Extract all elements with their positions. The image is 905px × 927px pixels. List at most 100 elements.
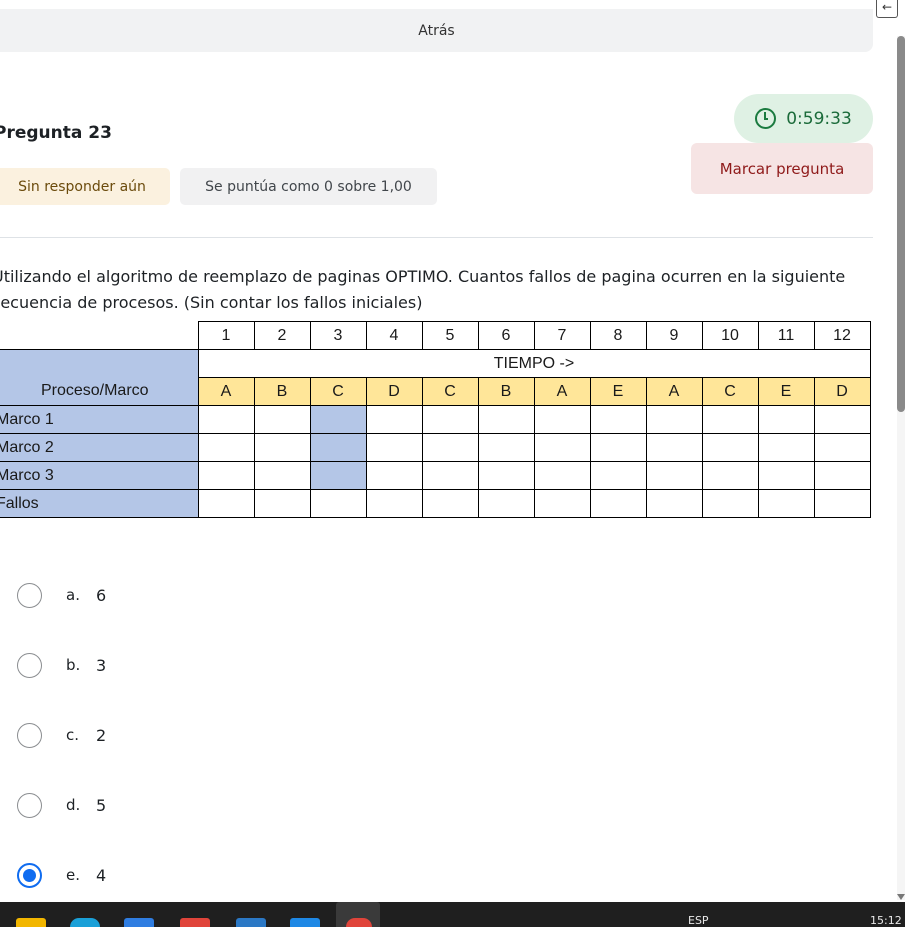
- frame-cell: [589, 405, 647, 434]
- frame-cell: [813, 405, 871, 434]
- sequence-cell: C: [309, 377, 367, 406]
- option-b[interactable]: b. 3: [17, 652, 106, 678]
- frame-cell: [421, 461, 479, 490]
- time-header-row: TIEMPO ->: [0, 349, 871, 378]
- edge-icon[interactable]: [70, 918, 100, 927]
- frame-cell: [197, 433, 255, 462]
- system-clock[interactable]: 15:12: [870, 914, 902, 927]
- question-text: Utilizando el algoritmo de reemplazo de …: [0, 267, 846, 312]
- option-e[interactable]: e. 4: [17, 862, 106, 888]
- faults-row: Fallos: [0, 489, 871, 518]
- exit-icon[interactable]: ←: [876, 0, 898, 18]
- timer-value: 0:59:33: [786, 108, 852, 129]
- sequence-cell: A: [197, 377, 255, 406]
- frame-cell: [309, 405, 367, 434]
- flag-question-button[interactable]: Marcar pregunta: [691, 143, 873, 194]
- vscode-icon[interactable]: [290, 918, 320, 927]
- fault-cell: [309, 489, 367, 518]
- fault-cell: [197, 489, 255, 518]
- frame-cell: [421, 433, 479, 462]
- radio-button[interactable]: [17, 722, 42, 748]
- time-number: 8: [589, 321, 647, 350]
- chrome-icon[interactable]: [346, 918, 372, 927]
- radio-button[interactable]: [17, 792, 42, 818]
- frame-cell: [477, 461, 535, 490]
- status-text: Sin responder aún: [18, 178, 146, 195]
- flag-question-label: Marcar pregunta: [719, 159, 845, 178]
- time-number: 12: [813, 321, 871, 350]
- empty-cell: [0, 322, 198, 350]
- time-number: 10: [701, 321, 759, 350]
- frame-row: Marco 3: [0, 461, 871, 490]
- sequence-cell: D: [813, 377, 871, 406]
- frame-cell: [365, 461, 423, 490]
- frame-cell: [701, 405, 759, 434]
- frame-cell: [477, 433, 535, 462]
- scroll-down-arrow-icon[interactable]: [897, 894, 905, 900]
- time-number: 3: [309, 321, 367, 350]
- frame-cell: [757, 461, 815, 490]
- fault-cell: [645, 489, 703, 518]
- option-a[interactable]: a. 6: [17, 582, 106, 608]
- option-letter: a.: [66, 586, 80, 604]
- frame-cell: [645, 405, 703, 434]
- option-d[interactable]: d. 5: [17, 792, 106, 818]
- radio-button[interactable]: [17, 582, 42, 608]
- time-number: 6: [477, 321, 535, 350]
- frame-cell: [477, 405, 535, 434]
- scrollbar-thumb[interactable]: [897, 36, 905, 412]
- process-header: Proceso/Marco: [0, 377, 199, 406]
- back-button[interactable]: Atrás: [0, 9, 873, 52]
- fault-cell: [533, 489, 591, 518]
- option-letter: e.: [66, 866, 80, 884]
- file-explorer-icon[interactable]: [16, 918, 46, 927]
- frame-cell: [757, 405, 815, 434]
- quiz-timer: 0:59:33: [734, 94, 873, 143]
- grade-text: Se puntúa como 0 sobre 1,00: [205, 178, 412, 195]
- option-value: 2: [96, 725, 107, 745]
- time-number: 1: [197, 321, 255, 350]
- grade-badge: Se puntúa como 0 sobre 1,00: [180, 168, 437, 205]
- frame-row: Marco 2: [0, 433, 871, 462]
- time-number: 7: [533, 321, 591, 350]
- language-indicator[interactable]: ESP: [688, 914, 709, 927]
- sequence-cell: B: [477, 377, 535, 406]
- frame-cell: [589, 461, 647, 490]
- radio-button[interactable]: [17, 652, 42, 678]
- radio-button-checked[interactable]: [17, 862, 42, 888]
- process-header-spacer: [0, 349, 199, 378]
- frame-cell: [309, 433, 367, 462]
- frame-cell: [253, 433, 311, 462]
- frame-cell: [645, 461, 703, 490]
- time-number: 9: [645, 321, 703, 350]
- time-number-row: 1 2 3 4 5 6 7 8 9 10 11 12: [0, 321, 871, 350]
- frame-cell: [701, 433, 759, 462]
- time-header: TIEMPO ->: [197, 349, 871, 378]
- option-letter: c.: [66, 726, 80, 744]
- fault-cell: [253, 489, 311, 518]
- frame-cell: [645, 433, 703, 462]
- taskbar: ESP 15:12: [0, 902, 905, 927]
- time-number: 2: [253, 321, 311, 350]
- app-icon[interactable]: [236, 918, 266, 927]
- sequence-cell: B: [253, 377, 311, 406]
- scrollbar[interactable]: [897, 36, 905, 900]
- fault-cell: [701, 489, 759, 518]
- sequence-row: Proceso/Marco A B C D C B A E A C E D: [0, 377, 871, 406]
- row-label: Marco 3: [0, 461, 199, 490]
- store-icon[interactable]: [124, 918, 154, 927]
- option-c[interactable]: c. 2: [17, 722, 106, 748]
- frame-cell: [365, 405, 423, 434]
- question-title: Pregunta 23: [0, 123, 112, 143]
- option-value: 3: [96, 655, 107, 675]
- frame-cell: [533, 405, 591, 434]
- frame-cell: [701, 461, 759, 490]
- frame-cell: [533, 461, 591, 490]
- option-letter: d.: [66, 796, 81, 814]
- page-sequence-table: 1 2 3 4 5 6 7 8 9 10 11 12 TIEMPO -> Pro…: [0, 321, 871, 518]
- sequence-cell: C: [701, 377, 759, 406]
- option-value: 4: [96, 865, 107, 885]
- app-icon[interactable]: [180, 918, 210, 927]
- frame-cell: [253, 461, 311, 490]
- sequence-cell: E: [757, 377, 815, 406]
